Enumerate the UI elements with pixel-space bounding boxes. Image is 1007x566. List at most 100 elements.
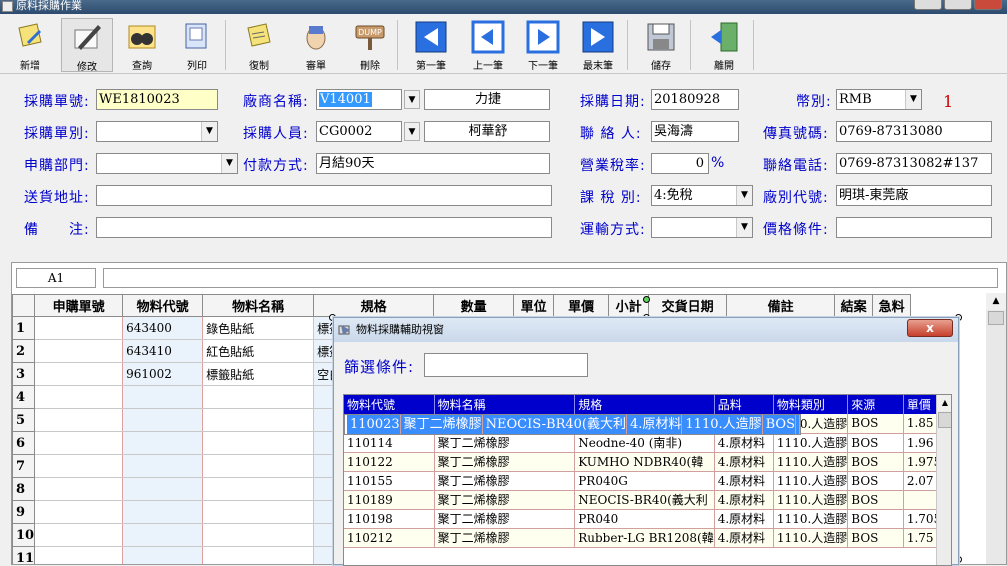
list-cell[interactable]: BOS xyxy=(847,528,904,548)
list-cell[interactable]: 聚丁二烯橡膠 xyxy=(434,433,576,453)
grid-cell[interactable] xyxy=(202,385,315,409)
filter-input[interactable] xyxy=(424,353,588,377)
grid-cell[interactable]: 961002 xyxy=(122,362,204,386)
list-cell[interactable]: 110198 xyxy=(344,509,435,529)
list-item[interactable]: 110198 聚丁二烯橡膠 PR040 4.原材料 1110.人造膠 BOS 1.705 xyxy=(344,509,951,529)
chevron-down-icon[interactable]: ▼ xyxy=(404,90,420,109)
toolbar-button-copy-note[interactable]: 復制 xyxy=(233,18,285,72)
list-cell[interactable]: 110189 xyxy=(344,490,435,510)
toolbar-button-next-record[interactable]: 下一筆 xyxy=(517,18,569,72)
grid-cell[interactable] xyxy=(122,385,204,409)
grid-cell[interactable]: 標籤貼紙 xyxy=(202,362,315,386)
column-header[interactable]: 物料代號 xyxy=(122,294,204,317)
grid-cell[interactable] xyxy=(34,523,124,547)
list-cell[interactable]: 1110.人造膠 xyxy=(773,433,849,453)
list-cell[interactable] xyxy=(795,415,800,434)
chevron-down-icon[interactable]: ▼ xyxy=(201,122,217,141)
toolbar-button-prev-record[interactable]: 上一筆 xyxy=(462,18,514,72)
list-cell[interactable]: 聚丁二烯橡膠 xyxy=(434,471,576,491)
list-cell[interactable]: 110122 xyxy=(344,452,435,472)
tax-rate-field[interactable]: 0 xyxy=(651,153,709,174)
toolbar-button-binoculars[interactable]: 查詢 xyxy=(116,18,168,72)
list-cell[interactable]: 4.原材料 xyxy=(714,433,774,453)
grid-cell[interactable]: 643410 xyxy=(122,339,204,363)
list-cell[interactable]: BOS xyxy=(847,490,904,510)
list-cell[interactable]: BOS xyxy=(847,471,904,491)
remark-field[interactable] xyxy=(96,217,552,238)
column-header[interactable]: 單價 xyxy=(553,294,610,317)
column-header[interactable]: 備註 xyxy=(726,294,836,317)
chevron-down-icon[interactable]: ▼ xyxy=(736,186,752,205)
column-header[interactable]: 申購單號 xyxy=(34,294,124,317)
grid-cell[interactable] xyxy=(34,362,124,386)
toolbar-button-print[interactable]: 列印 xyxy=(171,18,223,72)
column-header[interactable]: 結案 xyxy=(834,294,874,317)
grid-cell[interactable]: 643400 xyxy=(122,316,204,340)
po-no-field[interactable]: WE1810023 xyxy=(96,89,218,110)
po-date-field[interactable]: 20180928 xyxy=(651,89,739,110)
list-cell[interactable]: BOS xyxy=(847,452,904,472)
column-header[interactable]: 急料 xyxy=(872,294,912,317)
list-cell[interactable]: 4.原材料 xyxy=(714,528,774,548)
grid-cell[interactable] xyxy=(122,454,204,478)
factory-field[interactable]: 明琪-東莞廠 xyxy=(836,185,992,206)
shipping-select[interactable]: ▼ xyxy=(651,217,753,238)
grid-cell[interactable] xyxy=(122,431,204,455)
column-header[interactable]: 規格 xyxy=(574,395,715,414)
list-cell[interactable]: Rubber-LG BR1208(韓 xyxy=(574,528,715,548)
dept-select[interactable]: ▼ xyxy=(96,153,238,174)
close-window-button[interactable] xyxy=(974,0,1002,10)
contact-field[interactable]: 吳海濤 xyxy=(651,121,739,142)
column-header[interactable]: 物料名稱 xyxy=(434,395,576,414)
grid-cell[interactable]: 紅色貼紙 xyxy=(202,339,315,363)
column-header[interactable]: 物料類別 xyxy=(773,395,849,414)
scroll-up-icon[interactable]: ▲ xyxy=(986,293,1006,310)
list-cell[interactable]: PR040G xyxy=(574,471,715,491)
toolbar-button-last-record[interactable]: 最末筆 xyxy=(572,18,624,72)
grid-cell[interactable] xyxy=(202,500,315,524)
grid-cell[interactable] xyxy=(202,408,315,432)
grid-vertical-scrollbar[interactable]: ▲ xyxy=(986,293,1006,564)
toolbar-button-exit-door[interactable]: 離開 xyxy=(698,18,750,72)
grid-cell[interactable] xyxy=(122,523,204,547)
chevron-down-icon[interactable]: ▼ xyxy=(905,90,921,109)
toolbar-button-save-disk[interactable]: 儲存 xyxy=(635,18,687,72)
chevron-down-icon[interactable]: ▼ xyxy=(221,154,237,173)
grid-cell[interactable] xyxy=(202,546,315,564)
grid-cell[interactable] xyxy=(34,316,124,340)
grid-cell[interactable] xyxy=(34,546,124,564)
list-cell[interactable]: 1110.人造膠 xyxy=(773,509,849,529)
formula-bar[interactable] xyxy=(103,268,998,288)
grid-cell[interactable] xyxy=(122,408,204,432)
grid-cell[interactable] xyxy=(34,385,124,409)
column-header[interactable]: 物料代號 xyxy=(344,395,435,414)
list-cell[interactable]: 110212 xyxy=(344,528,435,548)
list-cell[interactable]: BOS xyxy=(762,415,796,434)
grid-cell[interactable] xyxy=(122,500,204,524)
list-cell[interactable]: 4.原材料 xyxy=(714,490,774,510)
grid-cell[interactable]: 錄色貼紙 xyxy=(202,316,315,340)
toolbar-button-dump-sign[interactable]: DUMP 刪除 xyxy=(344,18,396,72)
list-cell[interactable]: 110114 xyxy=(344,433,435,453)
list-cell[interactable]: 1110.人造膠 xyxy=(773,528,849,548)
grid-cell[interactable] xyxy=(202,431,315,455)
list-cell[interactable]: 110023 xyxy=(347,415,401,434)
ship-addr-field[interactable] xyxy=(96,185,552,206)
list-cell[interactable]: PR040 xyxy=(574,509,715,529)
vendor-code-field[interactable]: V14001 xyxy=(316,89,402,110)
column-header[interactable]: 物料名稱 xyxy=(202,294,315,317)
minimize-button[interactable] xyxy=(914,0,942,10)
list-item[interactable]: 110155 聚丁二烯橡膠 PR040G 4.原材料 1110.人造膠 BOS 2.07 xyxy=(344,471,951,491)
list-cell[interactable]: 4.原材料 xyxy=(714,509,774,529)
toolbar-button-first-record[interactable]: 第一筆 xyxy=(405,18,457,72)
list-item[interactable]: 110114 聚丁二烯橡膠 Neodne-40 (南非) 4.原材料 1110.人造膠 B… xyxy=(344,433,951,453)
list-cell[interactable]: 4.原材料 xyxy=(626,415,683,434)
scroll-up-icon[interactable]: ▲ xyxy=(937,395,951,411)
list-cell[interactable]: BOS xyxy=(847,414,904,434)
fax-field[interactable]: 0769-87313080 xyxy=(836,121,992,142)
tax-type-select[interactable]: 4:免稅 ▼ xyxy=(651,185,753,206)
list-cell[interactable]: 聚丁二烯橡膠 xyxy=(434,509,576,529)
dialog-close-button[interactable]: x xyxy=(907,319,953,337)
column-header[interactable]: 單位 xyxy=(513,294,555,317)
list-cell[interactable]: KUMHO NDBR40(韓 xyxy=(574,452,715,472)
